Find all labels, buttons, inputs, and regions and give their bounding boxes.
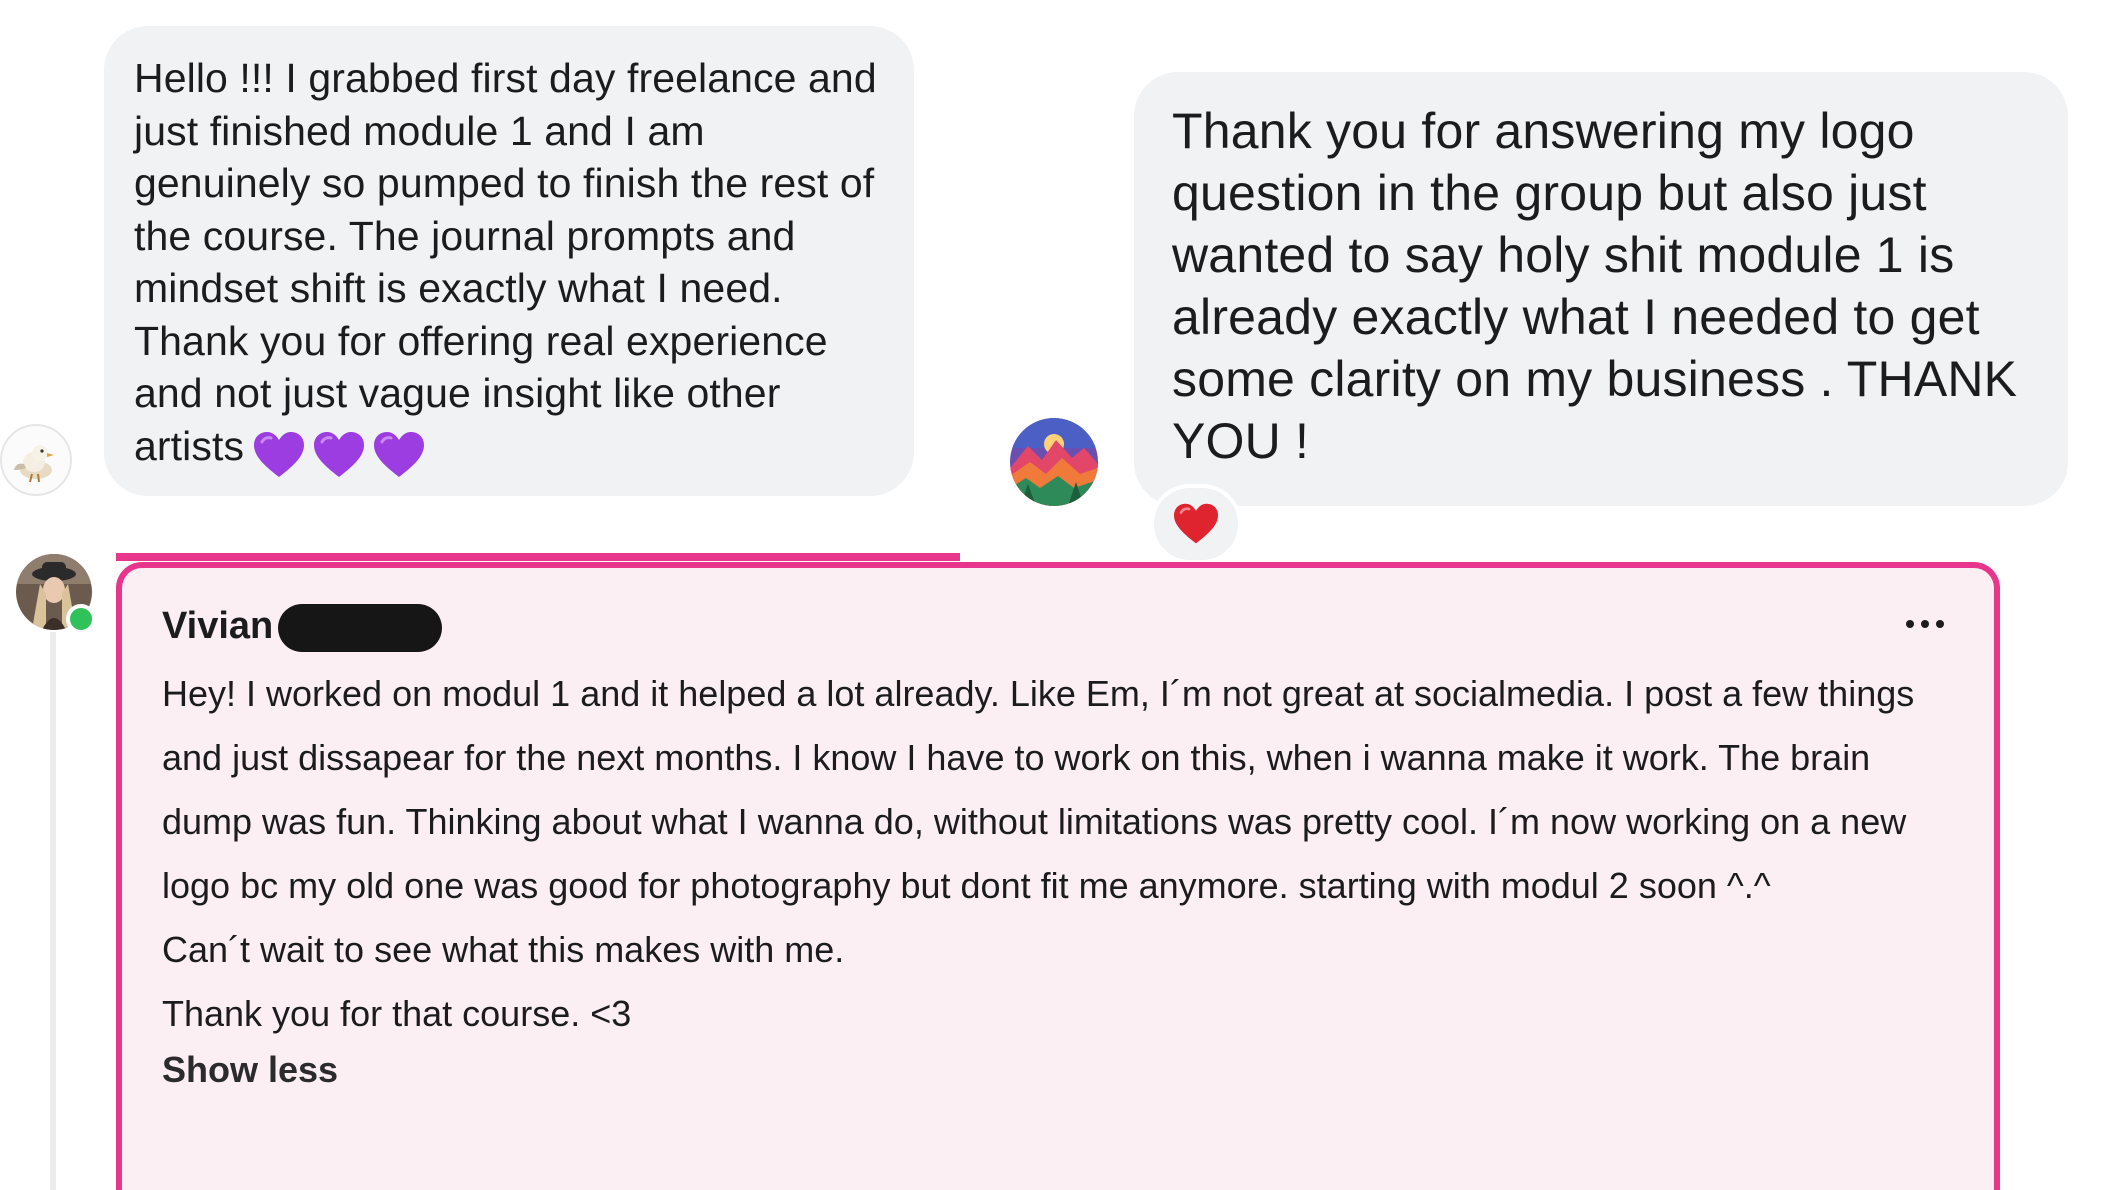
redacted-surname — [278, 604, 442, 652]
red-heart-icon — [1174, 503, 1218, 544]
comment-paragraph: Hey! I worked on modul 1 and it helped a… — [162, 673, 1915, 906]
purple-hearts-emoji — [252, 426, 432, 480]
highlight-accent-bar — [116, 553, 960, 561]
thread-line — [50, 632, 56, 1190]
message-bubble-left[interactable]: Hello !!! I grabbed first day freelance … — [104, 26, 914, 496]
chat-screenshot: Hello !!! I grabbed first day freelance … — [0, 0, 2108, 1190]
comment-header: Vivian — [162, 598, 1954, 658]
message-bubble-right[interactable]: Thank you for answering my logo question… — [1134, 72, 2068, 506]
purple-heart-icon — [314, 431, 365, 477]
reaction-badge[interactable] — [1150, 484, 1242, 564]
comment-author-name[interactable]: Vivian — [162, 605, 273, 647]
sender-avatar-bird[interactable] — [0, 424, 72, 496]
highlighted-comment-card[interactable]: Vivian Hey! I worked on modul 1 and it h… — [116, 562, 2000, 1190]
more-dots-icon — [1906, 620, 1914, 628]
purple-heart-icon — [374, 431, 425, 477]
comment-body: Hey! I worked on modul 1 and it helped a… — [162, 662, 1954, 1046]
purple-heart-icon — [254, 431, 305, 477]
comment-paragraph: Thank you for that course. <3 — [162, 993, 632, 1034]
more-options-button[interactable] — [1906, 620, 1944, 628]
bird-icon — [14, 445, 54, 483]
message-text-right: Thank you for answering my logo question… — [1172, 103, 2018, 469]
show-less-button[interactable]: Show less — [162, 1042, 338, 1098]
more-dots-icon-dot — [1921, 620, 1929, 628]
message-text-left: Hello !!! I grabbed first day freelance … — [134, 52, 884, 480]
comment-paragraph: Can´t wait to see what this makes with m… — [162, 929, 845, 970]
sender-avatar-landscape[interactable] — [1010, 418, 1098, 506]
more-dots-icon-dot — [1936, 620, 1944, 628]
landscape-avatar-icon — [1010, 418, 1098, 506]
online-status-dot — [66, 604, 96, 634]
